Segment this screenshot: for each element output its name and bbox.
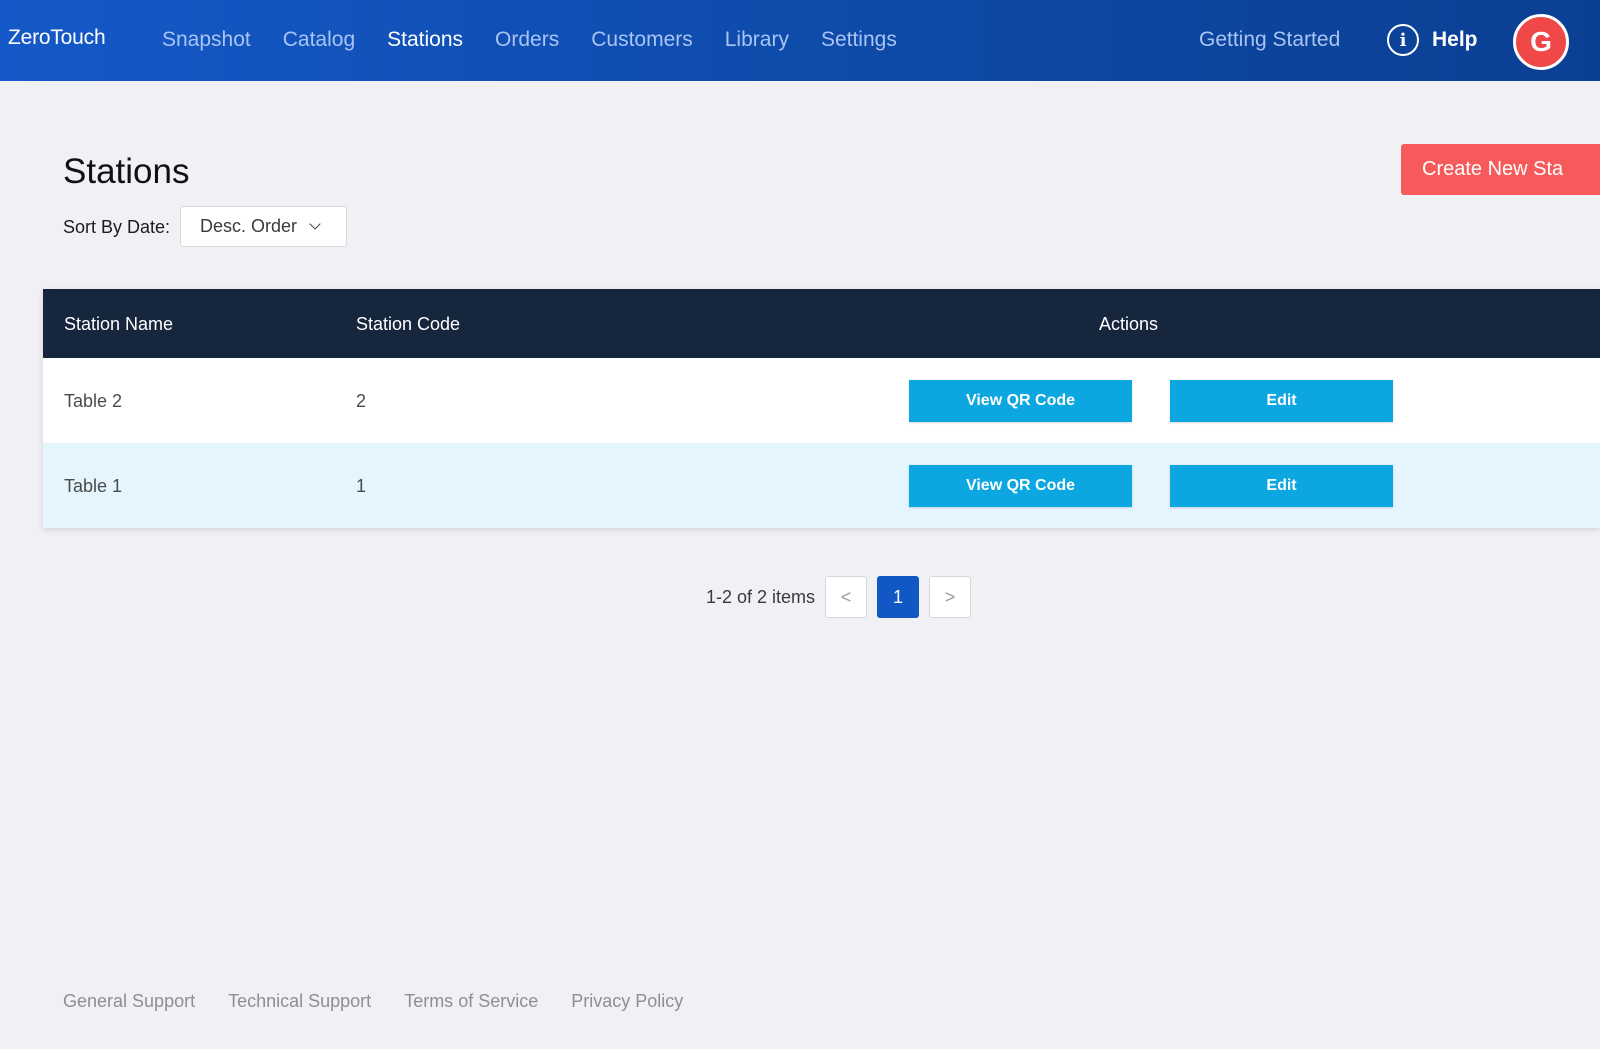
nav-item-library[interactable]: Library [725,27,789,53]
sort-by-date-label: Sort By Date: [63,217,171,237]
footer-link-terms-of-service[interactable]: Terms of Service [404,991,538,1012]
next-page-button[interactable]: > [929,576,972,618]
previous-page-button[interactable]: < [825,576,868,618]
nav-item-settings[interactable]: Settings [821,27,897,53]
column-header-actions: Actions [1099,314,1159,334]
nav-item-snapshot[interactable]: Snapshot [162,27,251,53]
station-code-cell: 1 [356,476,367,496]
table-row: Table 2 2 View QR Code Edit [43,358,1600,443]
table-row: Table 1 1 View QR Code Edit [43,443,1600,528]
pagination-summary: 1-2 of 2 items [706,586,816,607]
top-nav-bar: ZeroTouch Snapshot Catalog Stations Orde… [0,0,1600,81]
user-avatar[interactable]: G [1513,14,1569,70]
station-name-cell: Table 1 [64,476,123,496]
brand-logo[interactable]: ZeroTouch [8,26,106,50]
footer-link-general-support[interactable]: General Support [63,991,195,1012]
station-name-cell: Table 2 [64,391,123,411]
stations-table: Station Name Station Code Actions Table … [43,289,1600,528]
info-icon: i [1387,24,1419,56]
page-number-button[interactable]: 1 [877,576,920,618]
footer-link-technical-support[interactable]: Technical Support [228,991,371,1012]
sort-order-dropdown[interactable]: Desc. Order [180,206,347,247]
page-title: Stations [63,152,190,191]
view-qr-code-button[interactable]: View QR Code [909,380,1132,422]
help-label: Help [1432,28,1478,51]
nav-item-stations[interactable]: Stations [387,27,463,53]
edit-button[interactable]: Edit [1170,465,1393,507]
view-qr-code-button[interactable]: View QR Code [909,465,1132,507]
sort-order-value: Desc. Order [200,216,298,236]
pagination: 1-2 of 2 items < 1 > [706,576,981,618]
edit-button[interactable]: Edit [1170,380,1393,422]
table-header: Station Name Station Code Actions [43,289,1600,358]
nav-item-customers[interactable]: Customers [591,27,693,53]
station-code-cell: 2 [356,391,367,411]
chevron-down-icon [309,218,321,230]
nav-item-orders[interactable]: Orders [495,27,559,53]
column-header-station-code: Station Code [356,314,461,334]
footer: General Support Technical Support Terms … [63,991,716,1012]
help-button[interactable]: i Help [1387,24,1478,56]
footer-link-privacy-policy[interactable]: Privacy Policy [571,991,683,1012]
main-nav: Snapshot Catalog Stations Orders Custome… [162,27,929,53]
create-new-station-button[interactable]: Create New Sta [1401,144,1600,195]
getting-started-link[interactable]: Getting Started [1199,27,1340,53]
nav-item-catalog[interactable]: Catalog [283,27,355,53]
column-header-station-name: Station Name [64,314,174,334]
